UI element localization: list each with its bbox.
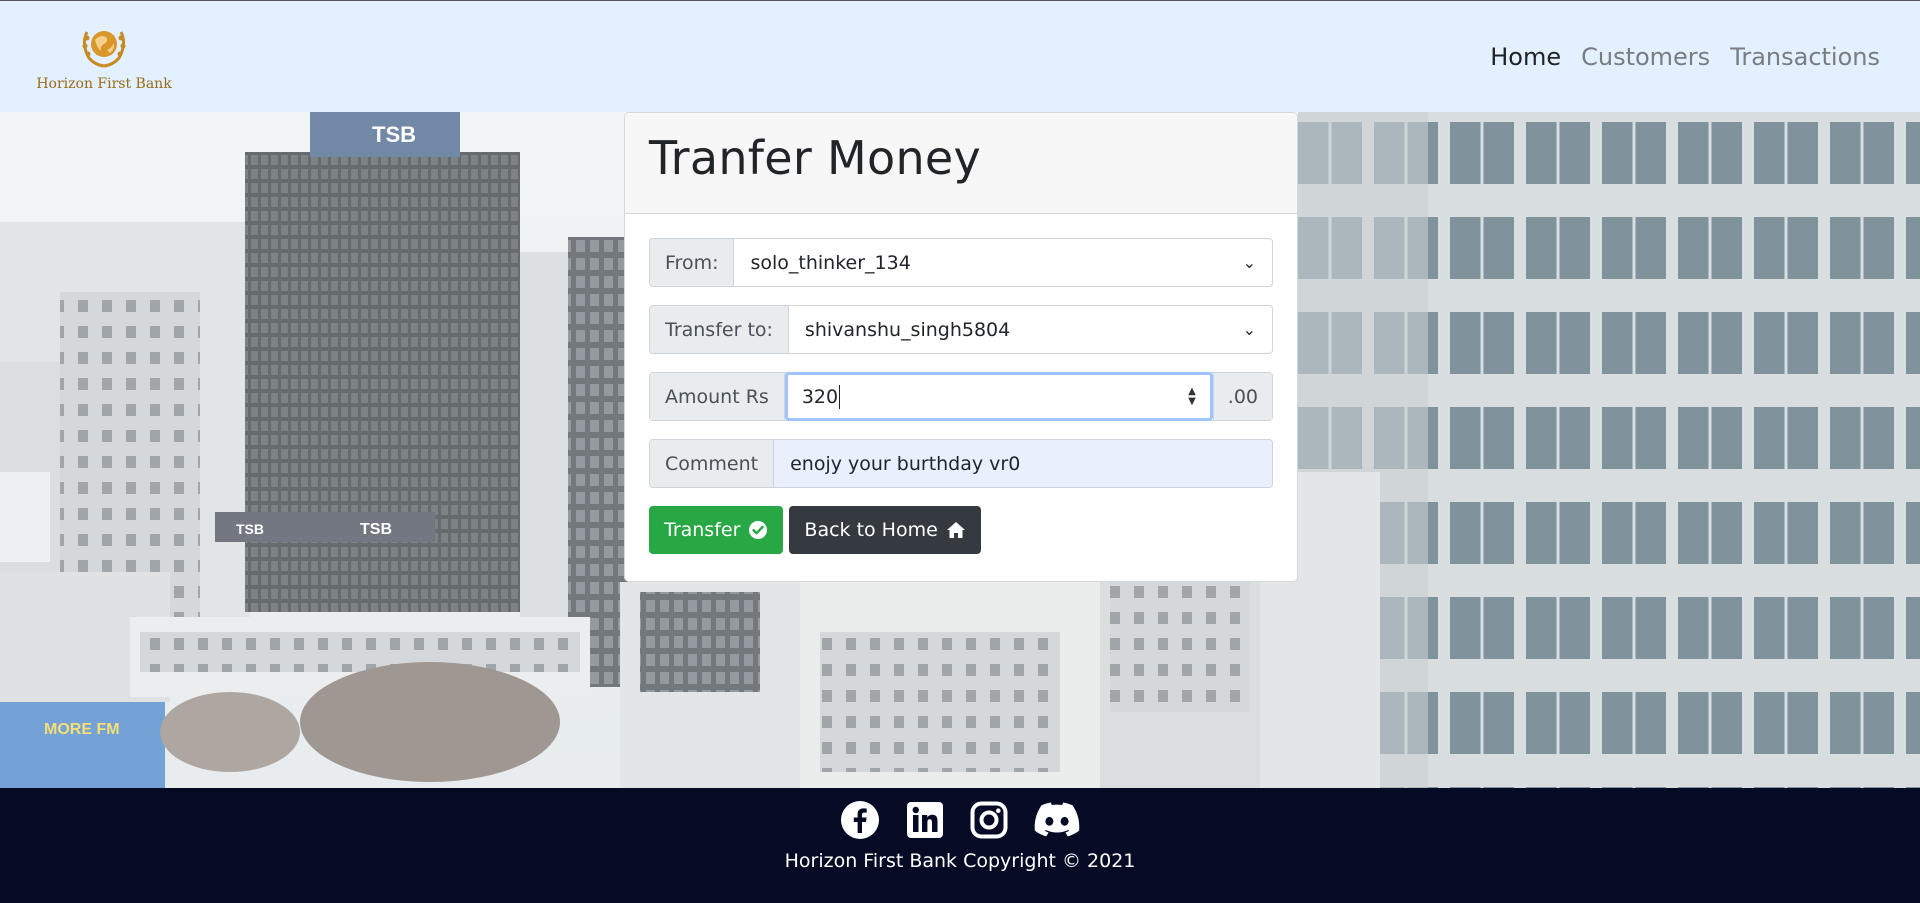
comment-group: Comment enojy your burthday vr0 — [649, 439, 1273, 488]
copyright-text: Horizon First Bank Copyright © 2021 — [784, 850, 1136, 872]
back-home-button-label: Back to Home — [804, 519, 938, 541]
card-body: From: solo_thinker_134 ⌄ Transfer to: sh… — [625, 214, 1297, 554]
chevron-down-icon: ⌄ — [1242, 320, 1256, 339]
to-label: Transfer to: — [650, 306, 789, 353]
transfer-button-label: Transfer — [664, 519, 741, 541]
amount-group: Amount Rs 320 ▲ ▼ .00 — [649, 372, 1273, 421]
from-select[interactable]: solo_thinker_134 ⌄ — [734, 239, 1272, 286]
comment-input[interactable]: enojy your burthday vr0 — [774, 440, 1272, 487]
from-value: solo_thinker_134 — [750, 251, 911, 274]
to-value: shivanshu_singh5804 — [804, 318, 1011, 341]
nav-links: Home Customers Transactions — [1490, 43, 1880, 71]
check-circle-icon — [749, 521, 768, 539]
text-caret — [839, 384, 841, 409]
transfer-card: Tranfer Money From: solo_thinker_134 ⌄ T… — [624, 112, 1298, 582]
linkedin-icon[interactable] — [906, 801, 944, 839]
from-group: From: solo_thinker_134 ⌄ — [649, 238, 1273, 287]
number-spinner[interactable]: ▲ ▼ — [1188, 386, 1196, 407]
discord-icon[interactable] — [1034, 802, 1080, 838]
card-header: Tranfer Money — [625, 113, 1297, 214]
spinner-down-icon[interactable]: ▼ — [1188, 396, 1196, 407]
comment-label: Comment — [650, 440, 775, 487]
amount-label: Amount Rs — [650, 373, 785, 420]
footer: Horizon First Bank Copyright © 2021 — [0, 788, 1920, 903]
amount-input[interactable]: 320 ▲ ▼ — [784, 372, 1213, 421]
transfer-button[interactable]: Transfer — [649, 506, 784, 554]
facebook-icon[interactable] — [840, 800, 880, 840]
spinner-up-icon[interactable]: ▲ — [1188, 386, 1196, 397]
comment-value: enojy your burthday vr0 — [790, 452, 1021, 475]
navbar: Horizon First Bank Home Customers Transa… — [0, 0, 1920, 112]
home-icon — [946, 522, 965, 538]
from-label: From: — [650, 239, 735, 286]
button-row: Transfer Back to Home — [649, 506, 1273, 554]
social-links — [840, 800, 1080, 840]
nav-transactions[interactable]: Transactions — [1730, 43, 1880, 71]
amount-value: 320 — [801, 385, 839, 408]
chevron-down-icon: ⌄ — [1242, 253, 1256, 272]
amount-suffix: .00 — [1212, 373, 1272, 420]
page-title: Tranfer Money — [649, 131, 982, 185]
to-group: Transfer to: shivanshu_singh5804 ⌄ — [649, 305, 1273, 354]
brand-logo[interactable]: Horizon First Bank — [36, 22, 172, 92]
instagram-icon[interactable] — [970, 801, 1008, 839]
globe-laurel-icon — [82, 30, 126, 67]
nav-customers[interactable]: Customers — [1581, 43, 1710, 71]
to-select[interactable]: shivanshu_singh5804 ⌄ — [789, 306, 1272, 353]
back-home-button[interactable]: Back to Home — [789, 506, 981, 554]
nav-home[interactable]: Home — [1490, 43, 1561, 71]
brand-name: Horizon First Bank — [36, 75, 172, 92]
